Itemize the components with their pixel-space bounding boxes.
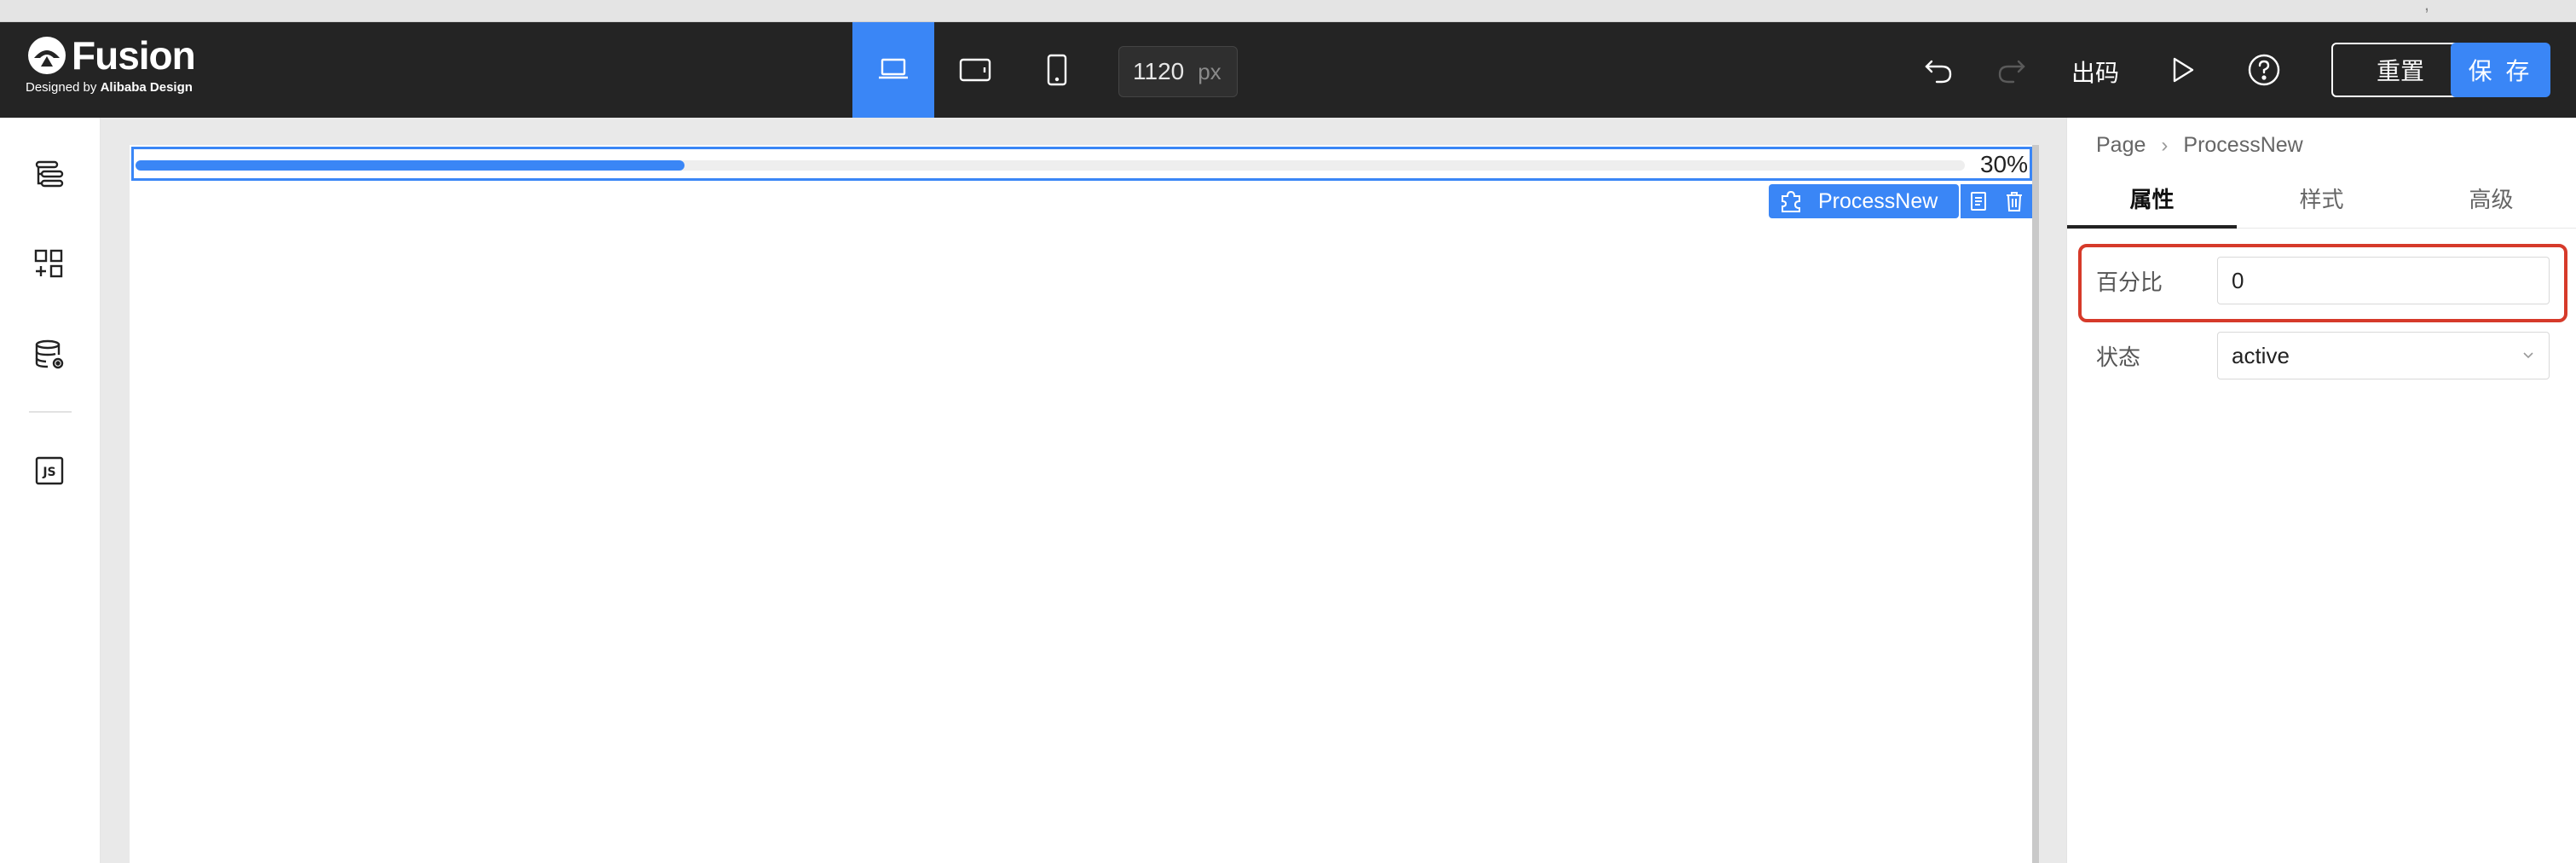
tablet-icon [959,58,991,82]
design-canvas-area: 30% ProcessNew [101,118,2066,863]
breadcrumb-page[interactable]: Page [2096,133,2146,158]
tab-styles[interactable]: 样式 [2237,167,2406,229]
breadcrumb-component: ProcessNew [2183,133,2303,157]
help-button[interactable] [2244,49,2284,90]
logo-sub-prefix: Designed by [26,80,97,95]
component-puzzle-icon [1782,190,1800,212]
page-canvas[interactable] [130,145,2036,863]
field-status: 状态 active [2096,331,2550,380]
js-code-icon: JS [35,456,64,485]
chevron-down-icon [2523,352,2533,359]
laptop-icon [879,58,908,79]
canvas-width-input[interactable]: 1120 px [1118,46,1238,97]
top-toolbar: Fusion Designed by Alibaba Design 1120 p… [0,22,2576,118]
chrome-mark: , [2423,0,2429,14]
selected-progress-component[interactable]: 30% [131,147,2032,181]
datasource-icon [35,339,64,369]
fusion-logo-icon [28,37,66,74]
redo-icon [1998,60,2025,84]
selected-component-name: ProcessNew [1818,188,1938,213]
canvas-width-unit: px [1198,58,1222,84]
settings-panel: Page › ProcessNew 属性 样式 高级 百分比 0 状态 acti… [2066,118,2576,863]
canvas-scroll-edge [2032,145,2039,863]
component-library-icon [34,249,63,278]
export-code-button[interactable]: 出码 [2071,55,2119,89]
device-tablet-button[interactable] [934,22,1016,118]
delete-component-button[interactable] [1996,184,2032,218]
phone-icon [1047,54,1067,86]
status-select[interactable]: active [2217,332,2550,379]
breadcrumb: Page › ProcessNew [2096,133,2303,158]
left-sidebar: JS [0,118,101,863]
copy-icon [1971,192,1986,211]
device-desktop-button[interactable] [852,22,934,118]
progress-track [136,160,1965,171]
trash-icon [2007,192,2022,211]
preview-button[interactable] [2162,49,2203,90]
chevron-right-icon: › [2161,133,2169,157]
tab-advanced[interactable]: 高级 [2406,167,2576,229]
reset-button[interactable]: 重置 [2331,43,2469,97]
logo-text: Fusion [72,33,196,78]
device-phone-button[interactable] [1016,22,1098,118]
undo-button[interactable] [1918,49,1959,90]
fusion-logo: Fusion Designed by Alibaba Design [26,34,222,111]
progress-percent-text: 30% [1979,151,2028,177]
field-status-label: 状态 [2096,344,2141,370]
progress-fill [136,160,684,171]
annotation-highlight-box [2078,244,2567,322]
tab-properties[interactable]: 属性 [2067,167,2237,229]
play-icon [2173,57,2194,83]
logo-subtitle: Designed by Alibaba Design [26,80,222,95]
logo-sub-brand: Alibaba Design [100,80,193,95]
sidebar-item-components[interactable] [29,244,70,285]
sidebar-divider [29,411,72,413]
help-icon [2248,54,2280,86]
status-select-value: active [2232,342,2290,368]
sidebar-item-js[interactable]: JS [29,450,70,491]
active-tab-indicator [2067,225,2237,229]
copy-component-button[interactable] [1961,184,1996,218]
outline-tree-icon [35,160,64,188]
browser-chrome-strip: , [0,0,2576,22]
save-button[interactable]: 保 存 [2451,43,2550,97]
redo-button[interactable] [1991,49,2032,90]
canvas-width-value: 1120 [1133,58,1185,84]
selected-component-tag[interactable]: ProcessNew [1769,184,1959,218]
app-root: , Fusion Designed by Alibaba Design 1120… [0,0,2576,863]
panel-tabs: 属性 样式 高级 [2067,167,2576,229]
sidebar-item-outline[interactable] [29,153,70,194]
sidebar-item-datasource[interactable] [29,334,70,375]
undo-icon [1925,60,1952,84]
js-label: JS [42,466,55,479]
